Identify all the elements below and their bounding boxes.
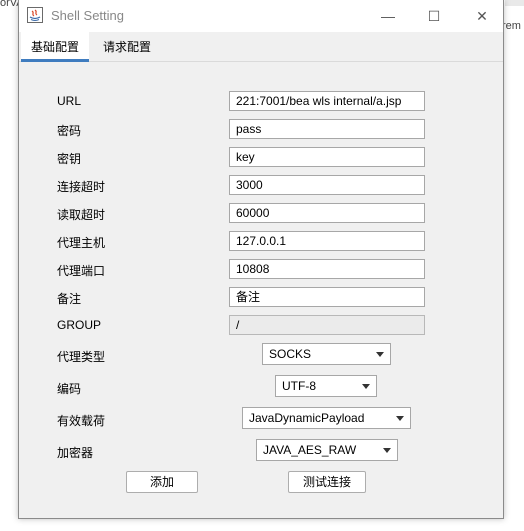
background-text-fragment-right: rem bbox=[502, 20, 521, 32]
payload-label: 有效载荷 bbox=[57, 414, 106, 428]
close-icon: ✕ bbox=[476, 7, 488, 24]
proxy-host-field[interactable]: 127.0.0.1 bbox=[229, 231, 425, 251]
java-app-icon bbox=[27, 7, 43, 23]
proxy-type-select[interactable]: SOCKS bbox=[262, 343, 391, 365]
connect-timeout-label: 连接超时 bbox=[57, 180, 106, 194]
cryption-select[interactable]: JAVA_AES_RAW bbox=[256, 439, 398, 461]
cryption-label: 加密器 bbox=[57, 446, 94, 460]
remark-label: 备注 bbox=[57, 292, 82, 306]
encoding-value: UTF-8 bbox=[282, 379, 316, 393]
background-text-fragment: orVA bbox=[0, 0, 20, 6]
proxy-type-label: 代理类型 bbox=[57, 350, 106, 364]
window-title: Shell Setting bbox=[51, 8, 124, 23]
payload-select[interactable]: JavaDynamicPayload bbox=[242, 407, 411, 429]
minimize-icon: — bbox=[381, 8, 395, 24]
shell-setting-dialog: Shell Setting — ☐ ✕ 基础配置 请求配置 URL 221:70… bbox=[18, 0, 504, 519]
maximize-button[interactable]: ☐ bbox=[411, 0, 457, 32]
cryption-value: JAVA_AES_RAW bbox=[263, 443, 357, 457]
chevron-down-icon bbox=[383, 448, 391, 453]
proxy-port-field[interactable]: 10808 bbox=[229, 259, 425, 279]
url-label: URL bbox=[57, 94, 82, 108]
tab-basic-config[interactable]: 基础配置 bbox=[21, 32, 90, 62]
read-timeout-label: 读取超时 bbox=[57, 208, 106, 222]
title-bar[interactable]: Shell Setting — ☐ ✕ bbox=[19, 0, 503, 32]
encoding-label: 编码 bbox=[57, 382, 82, 396]
chevron-down-icon bbox=[376, 352, 384, 357]
group-label: GROUP bbox=[57, 318, 102, 332]
connect-timeout-field[interactable]: 3000 bbox=[229, 175, 425, 195]
proxy-host-label: 代理主机 bbox=[57, 236, 106, 250]
group-field: / bbox=[229, 315, 425, 335]
close-button[interactable]: ✕ bbox=[459, 0, 505, 32]
tab-request-config[interactable]: 请求配置 bbox=[93, 32, 161, 62]
maximize-icon: ☐ bbox=[427, 7, 441, 24]
tab-bar: 基础配置 请求配置 bbox=[19, 32, 503, 62]
proxy-type-value: SOCKS bbox=[269, 347, 312, 361]
encoding-select[interactable]: UTF-8 bbox=[275, 375, 377, 397]
password-field[interactable]: pass bbox=[229, 119, 425, 139]
payload-value: JavaDynamicPayload bbox=[249, 411, 365, 425]
chevron-down-icon bbox=[362, 384, 370, 389]
background-bar bbox=[505, 0, 524, 6]
read-timeout-field[interactable]: 60000 bbox=[229, 203, 425, 223]
minimize-button[interactable]: — bbox=[365, 0, 411, 32]
url-field[interactable]: 221:7001/bea wls internal/a.jsp bbox=[229, 91, 425, 111]
secret-key-field[interactable]: key bbox=[229, 147, 425, 167]
chevron-down-icon bbox=[396, 416, 404, 421]
remark-field[interactable]: 备注 bbox=[229, 287, 425, 307]
add-button[interactable]: 添加 bbox=[126, 471, 198, 493]
proxy-port-label: 代理端口 bbox=[57, 264, 106, 278]
password-label: 密码 bbox=[57, 124, 82, 138]
secret-key-label: 密钥 bbox=[57, 152, 82, 166]
test-connection-button[interactable]: 测试连接 bbox=[288, 471, 366, 493]
